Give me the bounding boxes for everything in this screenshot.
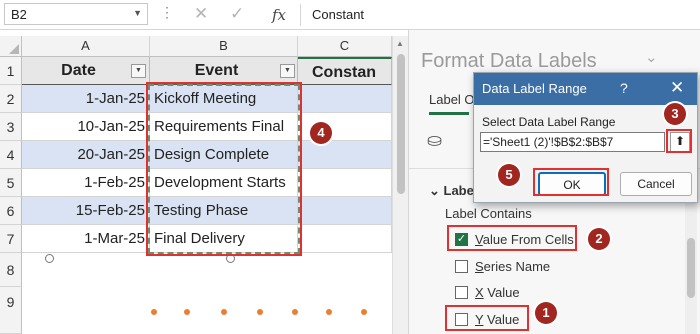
value-from-cells-highlight	[447, 225, 577, 251]
option-label: X Value	[475, 285, 520, 300]
cell-constant[interactable]	[298, 141, 392, 169]
header-constant-label: Constan	[312, 64, 376, 81]
row-header-4[interactable]: 4	[0, 141, 22, 169]
cell-date[interactable]: 15-Feb-25	[22, 197, 150, 225]
event-range-highlight	[146, 82, 302, 256]
header-constant[interactable]: Constan	[298, 57, 392, 85]
chevron-down-icon: ⌄	[429, 183, 444, 198]
name-box[interactable]: B2 ▼	[4, 3, 148, 25]
option-label: Series Name	[475, 259, 551, 274]
chart-area[interactable]	[22, 254, 391, 334]
row-header-6[interactable]: 6	[0, 197, 22, 225]
insert-function-icon[interactable]: fx	[272, 6, 286, 24]
step-badge-4: 4	[310, 122, 332, 144]
row-header-1[interactable]: 1	[0, 57, 22, 85]
scrollbar-thumb[interactable]	[397, 54, 405, 194]
column-header-c[interactable]: C	[298, 36, 392, 57]
dialog-titlebar[interactable]: Data Label Range ? ✕	[474, 73, 697, 105]
cell-date[interactable]: 1-Feb-25	[22, 169, 150, 197]
collapse-button-highlight	[666, 129, 692, 153]
row-header-7[interactable]: 7	[0, 225, 22, 253]
chart-data-point[interactable]	[221, 309, 227, 315]
label-options-section[interactable]: ⌄ Labe	[429, 183, 474, 199]
section-label: Labe	[443, 183, 474, 198]
pane-options-icon[interactable]: ⌄	[645, 48, 658, 66]
sheet-vertical-scrollbar[interactable]: ▲	[392, 36, 408, 334]
chart-data-point[interactable]	[184, 309, 190, 315]
row-header-3[interactable]: 3	[0, 113, 22, 141]
row-header-9[interactable]: 9	[0, 287, 22, 334]
chart-data-point[interactable]	[361, 309, 367, 315]
step-badge-1: 1	[535, 302, 557, 324]
checkbox[interactable]	[455, 286, 468, 299]
chart-resize-handle[interactable]	[45, 254, 54, 263]
select-all-corner[interactable]	[0, 36, 22, 57]
header-date-label: Date	[61, 62, 96, 79]
formula-bar: B2 ▼ ⋮ ✕ ✓ fx Constant	[0, 0, 700, 30]
chart-data-point[interactable]	[151, 309, 157, 315]
column-header-a[interactable]: A	[22, 36, 150, 57]
name-box-value: B2	[11, 7, 27, 22]
chart-data-point[interactable]	[292, 309, 298, 315]
chart-data-point[interactable]	[326, 309, 332, 315]
ok-button-highlight	[533, 168, 609, 196]
formula-content[interactable]: Constant	[312, 7, 364, 22]
chart-data-point[interactable]	[257, 309, 263, 315]
filter-dropdown-icon[interactable]: ▼	[131, 64, 146, 78]
cell-constant[interactable]	[298, 85, 392, 113]
close-icon[interactable]: ✕	[670, 78, 684, 98]
cell-date[interactable]: 20-Jan-25	[22, 141, 150, 169]
fill-bucket-icon[interactable]: ⛀	[427, 130, 442, 151]
scroll-up-icon[interactable]: ▲	[396, 39, 404, 48]
label-contains-heading: Label Contains	[445, 206, 532, 221]
cell-constant[interactable]	[298, 197, 392, 225]
chevron-down-icon[interactable]: ▼	[133, 8, 142, 18]
row-header-8[interactable]: 8	[0, 253, 22, 287]
pane-scrollbar[interactable]: ▲	[685, 180, 697, 334]
cell-constant[interactable]	[298, 225, 392, 253]
cell-date[interactable]: 10-Jan-25	[22, 113, 150, 141]
row-header-5[interactable]: 5	[0, 169, 22, 197]
cell-date[interactable]: 1-Jan-25	[22, 85, 150, 113]
more-icon[interactable]: ⋮	[160, 4, 175, 21]
step-badge-2: 2	[588, 228, 610, 250]
tab-underline	[429, 112, 469, 115]
range-input[interactable]: ='Sheet1 (2)'!$B$2:$B$7	[480, 132, 665, 152]
enter-icon[interactable]: ✓	[230, 4, 244, 24]
dialog-title: Data Label Range	[482, 81, 587, 96]
header-event-label: Event	[194, 62, 239, 79]
checkbox[interactable]	[455, 260, 468, 273]
cancel-button[interactable]: Cancel	[620, 172, 692, 196]
divider	[300, 4, 301, 26]
filter-dropdown-icon[interactable]: ▼	[280, 64, 295, 78]
column-header-b[interactable]: B	[150, 36, 298, 57]
scrollbar-thumb[interactable]	[687, 238, 695, 298]
header-event[interactable]: Event	[150, 57, 298, 85]
y-value-highlight	[445, 305, 529, 331]
help-icon[interactable]: ?	[620, 80, 628, 96]
cell-constant[interactable]	[298, 169, 392, 197]
step-badge-3: 3	[664, 103, 686, 125]
dialog-prompt: Select Data Label Range	[482, 115, 616, 129]
pane-title: Format Data Labels	[421, 50, 597, 72]
step-badge-5: 5	[498, 164, 520, 186]
cell-date[interactable]: 1-Mar-25	[22, 225, 150, 253]
cancel-icon[interactable]: ✕	[194, 4, 208, 24]
row-header-2[interactable]: 2	[0, 85, 22, 113]
